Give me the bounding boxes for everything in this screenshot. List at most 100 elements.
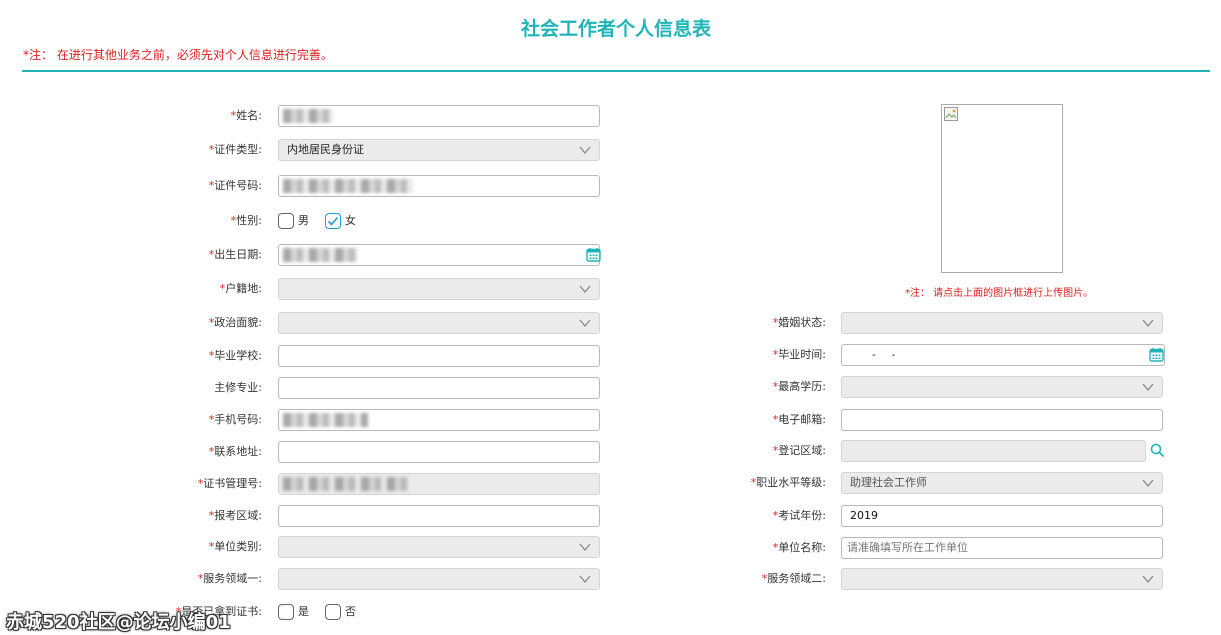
search-icon[interactable] [1150, 443, 1165, 458]
service-area1-select[interactable] [278, 568, 600, 590]
row-grad-time: *毕业时间: - - [700, 344, 1170, 366]
calendar-icon[interactable] [586, 247, 601, 262]
row-political: *政治面貌: [0, 312, 610, 334]
photo-notice: *注： 请点击上面的图片框进行上传图片。 [905, 288, 1094, 299]
hukou-select[interactable] [278, 278, 600, 300]
row-exam-year: *考试年份: 2019 [700, 505, 1170, 527]
chevron-down-icon [1142, 318, 1154, 328]
page-title: 社会工作者个人信息表 [520, 18, 711, 40]
name-label: *姓名: [230, 109, 262, 122]
row-education: *最高学历: [700, 376, 1170, 398]
id-number-input[interactable] [278, 175, 600, 197]
gender-male-label: 男 [298, 214, 309, 227]
school-input[interactable] [278, 345, 600, 367]
chevron-down-icon [1142, 574, 1154, 584]
row-id-number: *证件号码: [0, 175, 610, 197]
row-id-type: *证件类型: 内地居民身份证 [0, 139, 610, 161]
row-unit-name: *单位名称: 请准确填写所在工作单位 [700, 537, 1170, 559]
calendar-icon[interactable] [1149, 347, 1164, 362]
row-school: *毕业学校: [0, 345, 610, 367]
address-input[interactable] [278, 441, 600, 463]
row-major: 主修专业: [0, 377, 610, 399]
education-select[interactable] [841, 376, 1163, 398]
row-hukou: *户籍地: [0, 278, 610, 300]
chevron-down-icon [579, 318, 591, 328]
marital-label: *婚姻状态: [772, 316, 826, 329]
major-input[interactable] [278, 377, 600, 399]
chevron-down-icon [1142, 478, 1154, 488]
email-label: *电子邮箱: [772, 413, 826, 426]
row-service-area1: *服务领域一: [0, 568, 610, 590]
reg-region-input[interactable] [841, 440, 1146, 462]
political-label: *政治面貌: [208, 316, 262, 329]
row-cert-number: *证书管理号: [0, 473, 610, 495]
unit-name-input[interactable]: 请准确填写所在工作单位 [841, 537, 1163, 559]
gender-label: *性别: [230, 214, 262, 227]
chevron-down-icon [579, 284, 591, 294]
job-level-value: 助理社会工作师 [850, 476, 927, 489]
phone-label: *手机号码: [208, 413, 262, 426]
chevron-down-icon [579, 542, 591, 552]
unit-type-select[interactable] [278, 536, 600, 558]
marital-select[interactable] [841, 312, 1163, 334]
id-number-label: *证件号码: [208, 179, 262, 192]
exam-year-input[interactable]: 2019 [841, 505, 1163, 527]
watermark: 赤城520社区@论坛小编01 [6, 612, 231, 633]
row-job-level: *职业水平等级: 助理社会工作师 [700, 472, 1170, 494]
unit-type-label: *单位类别: [208, 540, 262, 553]
row-birth-date: *出生日期: [0, 244, 620, 266]
cert-number-label: *证书管理号: [197, 477, 262, 490]
unit-name-label: *单位名称: [772, 541, 826, 554]
chevron-down-icon [579, 574, 591, 584]
school-label: *毕业学校: [208, 349, 262, 362]
grad-time-label: *毕业时间: [772, 348, 826, 361]
email-input[interactable] [841, 409, 1163, 431]
row-email: *电子邮箱: [700, 409, 1170, 431]
cert-number-input[interactable] [278, 473, 600, 495]
row-service-area2: *服务领域二: [700, 568, 1170, 590]
row-gender: *性别: 男 女 [0, 210, 610, 232]
job-level-select[interactable]: 助理社会工作师 [841, 472, 1163, 494]
major-label: 主修专业: [214, 381, 262, 394]
service-area2-select[interactable] [841, 568, 1163, 590]
has-cert-no-label: 否 [345, 605, 356, 618]
education-label: *最高学历: [772, 380, 826, 393]
address-label: *联系地址: [208, 445, 262, 458]
row-reg-region: *登记区域: [700, 440, 1170, 462]
service-area2-label: *服务领域二: [761, 572, 826, 585]
photo-upload-box[interactable] [941, 104, 1063, 273]
row-phone: *手机号码: [0, 409, 610, 431]
checkmark-icon [327, 216, 339, 226]
gender-male-checkbox[interactable] [278, 213, 294, 229]
row-address: *联系地址: [0, 441, 610, 463]
has-cert-no-checkbox[interactable] [325, 604, 341, 620]
birth-date-input[interactable] [278, 244, 600, 266]
has-cert-yes-label: 是 [298, 605, 309, 618]
id-type-label: *证件类型: [208, 143, 262, 156]
job-level-label: *职业水平等级: [750, 476, 826, 489]
gender-female-checkbox[interactable] [325, 213, 341, 229]
reg-region-label: *登记区域: [772, 444, 826, 457]
row-name: *姓名: [0, 105, 610, 127]
hukou-label: *户籍地: [219, 282, 262, 295]
row-marital: *婚姻状态: [700, 312, 1170, 334]
gender-female-label: 女 [345, 214, 356, 227]
id-type-select[interactable]: 内地居民身份证 [278, 139, 600, 161]
political-select[interactable] [278, 312, 600, 334]
exam-region-input[interactable] [278, 505, 600, 527]
phone-input[interactable] [278, 409, 600, 431]
row-exam-region: *报考区域: [0, 505, 610, 527]
exam-region-label: *报考区域: [208, 509, 262, 522]
id-type-value: 内地居民身份证 [287, 143, 364, 156]
title-divider [22, 70, 1210, 72]
service-area1-label: *服务领域一: [197, 572, 262, 585]
top-notice: *注： 在进行其他业务之前，必须先对个人信息进行完善。 [23, 48, 333, 62]
has-cert-yes-checkbox[interactable] [278, 604, 294, 620]
name-input[interactable] [278, 105, 600, 127]
row-unit-type: *单位类别: [0, 536, 610, 558]
chevron-down-icon [1142, 382, 1154, 392]
grad-time-input[interactable]: - - [841, 344, 1165, 366]
birth-date-label: *出生日期: [208, 248, 262, 261]
exam-year-label: *考试年份: [772, 509, 826, 522]
chevron-down-icon [579, 145, 591, 155]
